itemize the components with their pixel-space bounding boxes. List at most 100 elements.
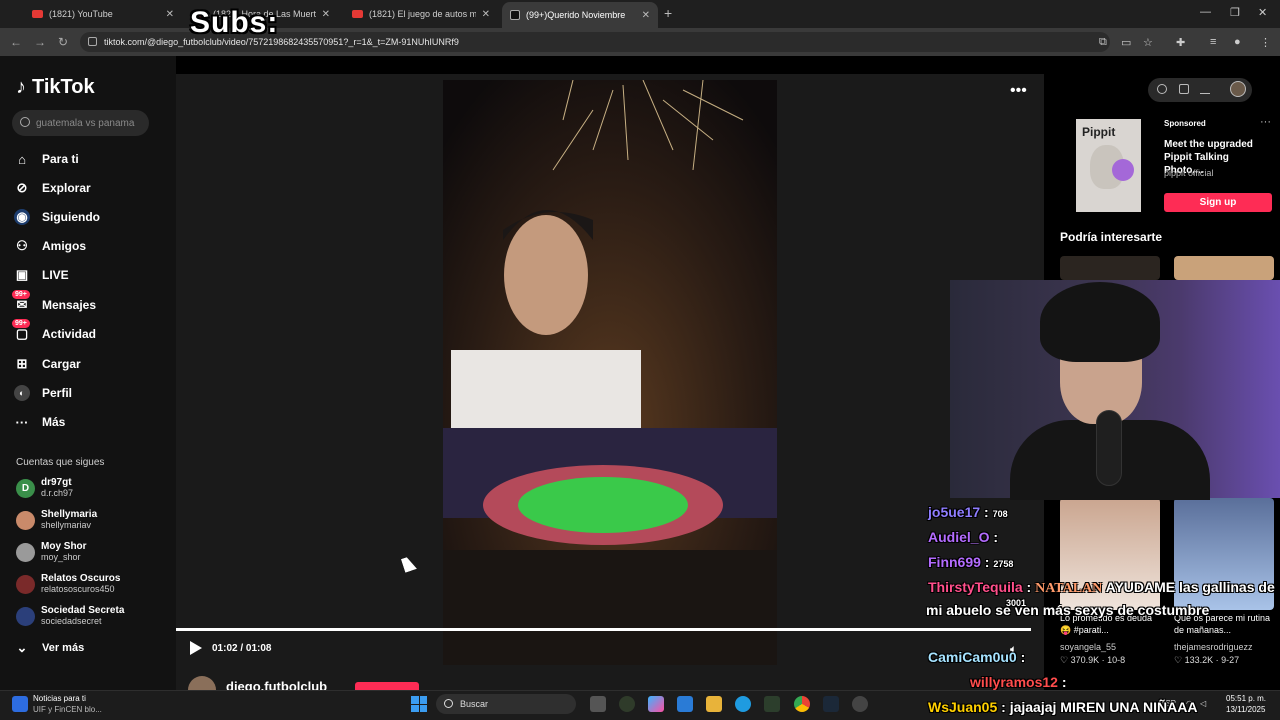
chat-text: :	[984, 554, 990, 570]
video-frame[interactable]	[443, 80, 777, 665]
steam-icon[interactable]	[823, 696, 839, 712]
video-author[interactable]: thejamesrodriguezz	[1174, 642, 1253, 652]
close-icon[interactable]: ✕	[482, 9, 490, 20]
nav-para-ti[interactable]: ⌂ Para ti	[14, 151, 79, 167]
profile-avatar-icon[interactable]: ●	[1234, 36, 1241, 48]
user-avatar-icon[interactable]	[1230, 81, 1246, 97]
nav-label: Explorar	[42, 181, 91, 195]
video-author[interactable]: soyangela_55	[1060, 642, 1116, 652]
browser-menu-icon[interactable]: ⋮	[1260, 36, 1271, 49]
store-icon[interactable]	[677, 696, 693, 712]
taskbar-date[interactable]: 13/11/2025	[1226, 705, 1265, 714]
nav-mas[interactable]: ··· Más	[14, 414, 66, 430]
tab-title: (99+)Querido Noviembre	[526, 10, 626, 20]
home-icon: ⌂	[18, 151, 26, 167]
video-progress-bar[interactable]	[176, 628, 1031, 631]
copilot-icon[interactable]	[648, 696, 664, 712]
nav-siguiendo[interactable]: ◉ Siguiendo	[14, 209, 100, 225]
maximize-icon[interactable]: ❐	[1230, 6, 1240, 19]
tab-juego-autos[interactable]: (1821) El juego de autos más c ✕	[344, 4, 498, 24]
chat-user: ThirstyTequila	[928, 579, 1023, 595]
device-icon[interactable]	[1179, 84, 1189, 94]
cast-icon[interactable]: ▭	[1121, 36, 1131, 49]
nav-label: Perfil	[42, 386, 73, 400]
taskbar-search[interactable]: Buscar	[436, 694, 576, 714]
tiktok-logo[interactable]: ♪ TikTok	[16, 76, 95, 99]
nav-cargar[interactable]: ⊞ Cargar	[14, 356, 81, 372]
account-name: Sociedad Secreta	[41, 605, 125, 616]
search-input[interactable]: guatemala vs panama	[12, 110, 149, 136]
chat-message: willyramos12 :	[970, 674, 1067, 690]
more-icon: ···	[15, 414, 29, 430]
new-tab-icon[interactable]: +	[664, 5, 672, 21]
file-explorer-icon[interactable]	[706, 696, 722, 712]
account-handle: sociedadsecret	[41, 616, 102, 626]
reload-icon[interactable]: ↻	[58, 35, 68, 49]
app-icon[interactable]	[619, 696, 635, 712]
close-icon[interactable]: ✕	[166, 9, 174, 20]
following-account[interactable]: Relatos Oscuros relatososcuros450	[16, 573, 120, 595]
ad-image[interactable]: Pippit	[1076, 119, 1141, 212]
chat-user: Audiel_O	[928, 529, 990, 545]
task-view-icon[interactable]	[590, 696, 606, 712]
edge-icon[interactable]	[735, 696, 751, 712]
taskbar-search-label: Buscar	[460, 699, 489, 709]
translate-icon[interactable]: ⧉	[1099, 36, 1107, 49]
close-icon[interactable]: ✕	[642, 10, 650, 21]
back-icon[interactable]: ←	[10, 35, 22, 49]
nav-live[interactable]: ▣ LIVE	[14, 267, 69, 283]
nav-perfil[interactable]: ◐ Perfil	[14, 385, 72, 401]
forward-icon[interactable]: →	[34, 35, 46, 49]
url-text: tiktok.com/@diego_futbolclub/video/75721…	[104, 37, 459, 47]
following-account[interactable]: Moy Shor moy_shor	[16, 541, 87, 563]
speaker-icon[interactable]: ◁	[1200, 699, 1206, 708]
following-account[interactable]: Shellymaria shellymariav	[16, 509, 97, 531]
nav-actividad[interactable]: ▢ 99+ Actividad	[12, 319, 96, 342]
chat-user: CamiCam0u0	[928, 649, 1017, 665]
chat-user: WsJuan05	[928, 699, 998, 715]
news-widget-title[interactable]: Noticias para ti	[33, 694, 86, 703]
nav-explorar[interactable]: ⊘ Explorar	[14, 180, 91, 196]
tab-tiktok-active[interactable]: (99+)Querido Noviembre ✕	[502, 2, 658, 28]
extensions-icon[interactable]: ✚	[1176, 36, 1185, 49]
close-icon[interactable]: ✕	[322, 9, 330, 20]
play-icon[interactable]	[190, 641, 202, 655]
news-widget-subtitle[interactable]: UIF y FinCEN blo...	[33, 705, 102, 714]
following-account[interactable]: Sociedad Secreta sociedadsecret	[16, 605, 124, 627]
news-widget-icon[interactable]	[12, 696, 28, 712]
recommended-video-thumb[interactable]	[1174, 256, 1274, 280]
chat-user: Finn699	[928, 554, 981, 570]
window-close-icon[interactable]: ✕	[1258, 6, 1267, 19]
unread-badge: 99+	[12, 319, 30, 328]
nav-label: Amigos	[42, 239, 87, 253]
recommended-video-thumb[interactable]	[1060, 256, 1160, 280]
nav-mensajes[interactable]: ✉ 99+ Mensajes	[12, 290, 97, 313]
ad-more-icon[interactable]: ···	[1260, 116, 1271, 128]
windows-start-icon[interactable]	[411, 696, 427, 712]
app-icon[interactable]	[852, 696, 868, 712]
bookmark-star-icon[interactable]: ☆	[1143, 36, 1153, 49]
streamer-hair	[1040, 282, 1160, 362]
taskbar-time[interactable]: 05:51 p. m.	[1226, 694, 1266, 703]
download-icon[interactable]	[1200, 84, 1210, 94]
xbox-icon[interactable]	[764, 696, 780, 712]
chevron-down-icon: ⌄	[16, 640, 28, 655]
tab-youtube[interactable]: (1821) YouTube ✕	[24, 4, 182, 24]
reading-list-icon[interactable]: ≡	[1210, 36, 1216, 48]
signup-button[interactable]: Sign up	[1164, 193, 1272, 212]
site-info-icon[interactable]	[88, 37, 97, 46]
chat-message: CamiCam0u0 :	[928, 649, 1025, 665]
account-handle: relatososcuros450	[41, 584, 115, 594]
coin-icon[interactable]	[1157, 84, 1167, 94]
following-account[interactable]: D dr97gt d.r.ch97	[16, 477, 73, 499]
minimize-icon[interactable]: —	[1200, 6, 1211, 18]
messages-icon: ✉ 99+	[12, 290, 30, 313]
see-more-link[interactable]: ⌄ Ver más	[14, 640, 85, 656]
nav-label: Mensajes	[42, 298, 97, 312]
nav-amigos[interactable]: ⚇ Amigos	[14, 238, 86, 254]
youtube-icon	[352, 10, 363, 18]
chrome-icon[interactable]	[794, 696, 810, 712]
more-options-icon[interactable]: •••	[1010, 82, 1027, 100]
chat-text: AYUDAME las gallinas de	[1105, 579, 1275, 595]
unread-badge: 99+	[12, 290, 30, 299]
